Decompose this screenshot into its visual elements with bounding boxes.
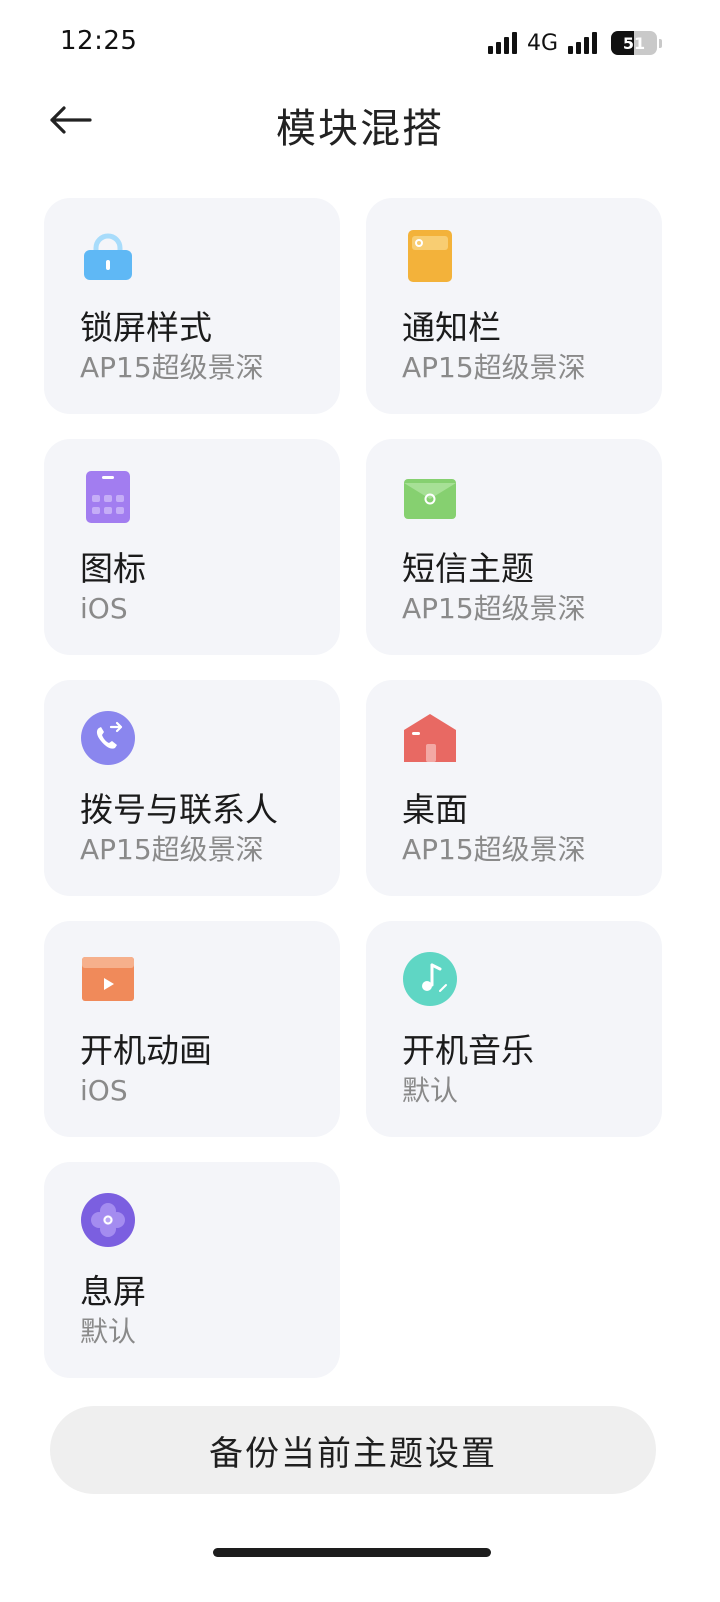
- home-indicator[interactable]: [213, 1548, 491, 1557]
- battery-tip: [659, 38, 662, 48]
- module-name: 短信主题: [402, 549, 534, 588]
- module-name: 息屏: [80, 1272, 146, 1311]
- video-play-icon: [80, 951, 136, 1007]
- module-value: 默认: [80, 1315, 137, 1348]
- module-card-icons[interactable]: 图标 iOS: [44, 439, 340, 655]
- module-name: 锁屏样式: [80, 308, 212, 347]
- module-value: AP15超级景深: [80, 351, 264, 384]
- battery-level: 51: [622, 33, 646, 53]
- module-card-desktop[interactable]: 桌面 AP15超级景深: [366, 680, 662, 896]
- page-title: 模块混搭: [276, 106, 444, 152]
- aod-flower-icon: [80, 1192, 136, 1248]
- module-name: 通知栏: [402, 308, 501, 347]
- module-card-lockscreen[interactable]: 锁屏样式 AP15超级景深: [44, 198, 340, 414]
- notification-panel-icon: [402, 228, 458, 284]
- module-value: AP15超级景深: [80, 833, 264, 866]
- module-value: AP15超级景深: [402, 833, 586, 866]
- status-time: 12:25: [60, 26, 138, 56]
- module-value: AP15超级景深: [402, 592, 586, 625]
- backup-theme-button[interactable]: 备份当前主题设置: [50, 1406, 656, 1494]
- module-card-dialer[interactable]: 拨号与联系人 AP15超级景深: [44, 680, 340, 896]
- module-name: 拨号与联系人: [80, 790, 278, 829]
- module-card-boot-animation[interactable]: 开机动画 iOS: [44, 921, 340, 1137]
- phone-icon: [80, 710, 136, 766]
- battery-icon: 51: [611, 31, 657, 55]
- module-card-aod[interactable]: 息屏 默认: [44, 1162, 340, 1378]
- module-value: iOS: [80, 592, 128, 625]
- header: 模块混搭: [0, 86, 720, 156]
- module-name: 开机音乐: [402, 1031, 534, 1070]
- module-name: 桌面: [402, 790, 468, 829]
- message-envelope-icon: [402, 469, 458, 525]
- module-card-notification[interactable]: 通知栏 AP15超级景深: [366, 198, 662, 414]
- home-icon: [402, 710, 458, 766]
- module-value: 默认: [402, 1074, 459, 1107]
- module-card-sms-theme[interactable]: 短信主题 AP15超级景深: [366, 439, 662, 655]
- signal-strength-icon-2: [568, 32, 597, 54]
- lock-icon: [80, 228, 136, 284]
- module-value: AP15超级景深: [402, 351, 586, 384]
- module-name: 图标: [80, 549, 146, 588]
- network-type: 4G: [526, 30, 558, 56]
- signal-strength-icon: [487, 32, 517, 54]
- music-note-icon: [402, 951, 458, 1007]
- module-card-boot-music[interactable]: 开机音乐 默认: [366, 921, 662, 1137]
- status-indicators: 4G 51: [487, 28, 662, 58]
- status-bar: 12:25 4G 51: [0, 0, 720, 86]
- module-name: 开机动画: [80, 1031, 212, 1070]
- app-grid-icon: [80, 469, 136, 525]
- module-value: iOS: [80, 1074, 128, 1107]
